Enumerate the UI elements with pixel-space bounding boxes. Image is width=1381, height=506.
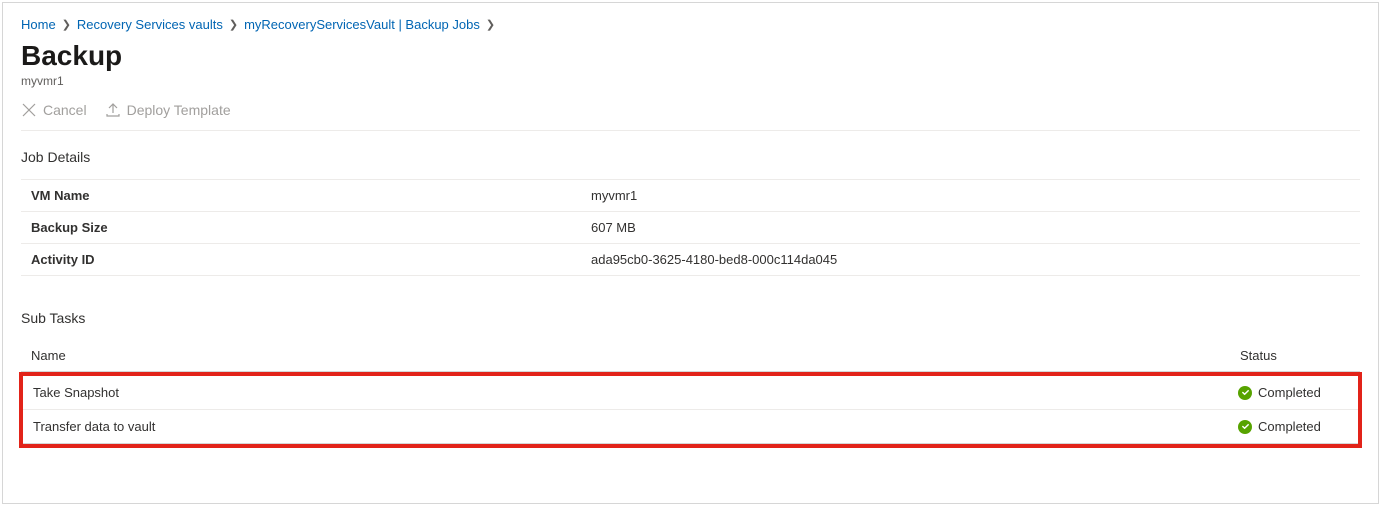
page-subtitle: myvmr1: [21, 74, 1360, 88]
sub-tasks-table: Name Status: [21, 340, 1360, 372]
highlighted-subtasks: Take Snapshot Completed Transfer data to…: [19, 372, 1362, 448]
cancel-label: Cancel: [43, 102, 87, 118]
detail-row-activity-id: Activity ID ada95cb0-3625-4180-bed8-000c…: [21, 244, 1360, 276]
chevron-right-icon: ❯: [486, 18, 495, 31]
subtask-row: Take Snapshot Completed: [23, 376, 1358, 410]
page-title: Backup: [21, 40, 1360, 72]
sub-tasks-heading: Sub Tasks: [21, 310, 1360, 326]
job-details-table: VM Name myvmr1 Backup Size 607 MB Activi…: [21, 179, 1360, 276]
cancel-button[interactable]: Cancel: [21, 102, 87, 118]
close-icon: [21, 102, 37, 118]
detail-value: ada95cb0-3625-4180-bed8-000c114da045: [581, 244, 1360, 276]
job-details-heading: Job Details: [21, 149, 1360, 165]
sub-tasks-rows: Take Snapshot Completed Transfer data to…: [23, 376, 1358, 444]
detail-value: 607 MB: [581, 212, 1360, 244]
detail-label: Activity ID: [21, 244, 581, 276]
status-text: Completed: [1258, 419, 1321, 434]
deploy-template-label: Deploy Template: [127, 102, 231, 118]
breadcrumb-recovery-vaults[interactable]: Recovery Services vaults: [77, 17, 223, 32]
toolbar: Cancel Deploy Template: [21, 102, 1360, 131]
status-badge: Completed: [1238, 419, 1348, 434]
detail-row-backup-size: Backup Size 607 MB: [21, 212, 1360, 244]
chevron-right-icon: ❯: [229, 18, 238, 31]
backup-job-panel: Home ❯ Recovery Services vaults ❯ myReco…: [2, 2, 1379, 504]
subtask-row: Transfer data to vault Completed: [23, 410, 1358, 444]
column-header-status[interactable]: Status: [1230, 340, 1360, 372]
detail-value: myvmr1: [581, 180, 1360, 212]
success-icon: [1238, 386, 1252, 400]
status-text: Completed: [1258, 385, 1321, 400]
breadcrumb: Home ❯ Recovery Services vaults ❯ myReco…: [21, 17, 1360, 32]
deploy-template-button[interactable]: Deploy Template: [105, 102, 231, 118]
breadcrumb-home[interactable]: Home: [21, 17, 56, 32]
upload-icon: [105, 102, 121, 118]
detail-label: VM Name: [21, 180, 581, 212]
status-badge: Completed: [1238, 385, 1348, 400]
detail-row-vm-name: VM Name myvmr1: [21, 180, 1360, 212]
breadcrumb-backup-jobs[interactable]: myRecoveryServicesVault | Backup Jobs: [244, 17, 480, 32]
chevron-right-icon: ❯: [62, 18, 71, 31]
subtask-name: Transfer data to vault: [23, 410, 1228, 444]
success-icon: [1238, 420, 1252, 434]
subtask-name: Take Snapshot: [23, 376, 1228, 410]
detail-label: Backup Size: [21, 212, 581, 244]
column-header-name[interactable]: Name: [21, 340, 1230, 372]
